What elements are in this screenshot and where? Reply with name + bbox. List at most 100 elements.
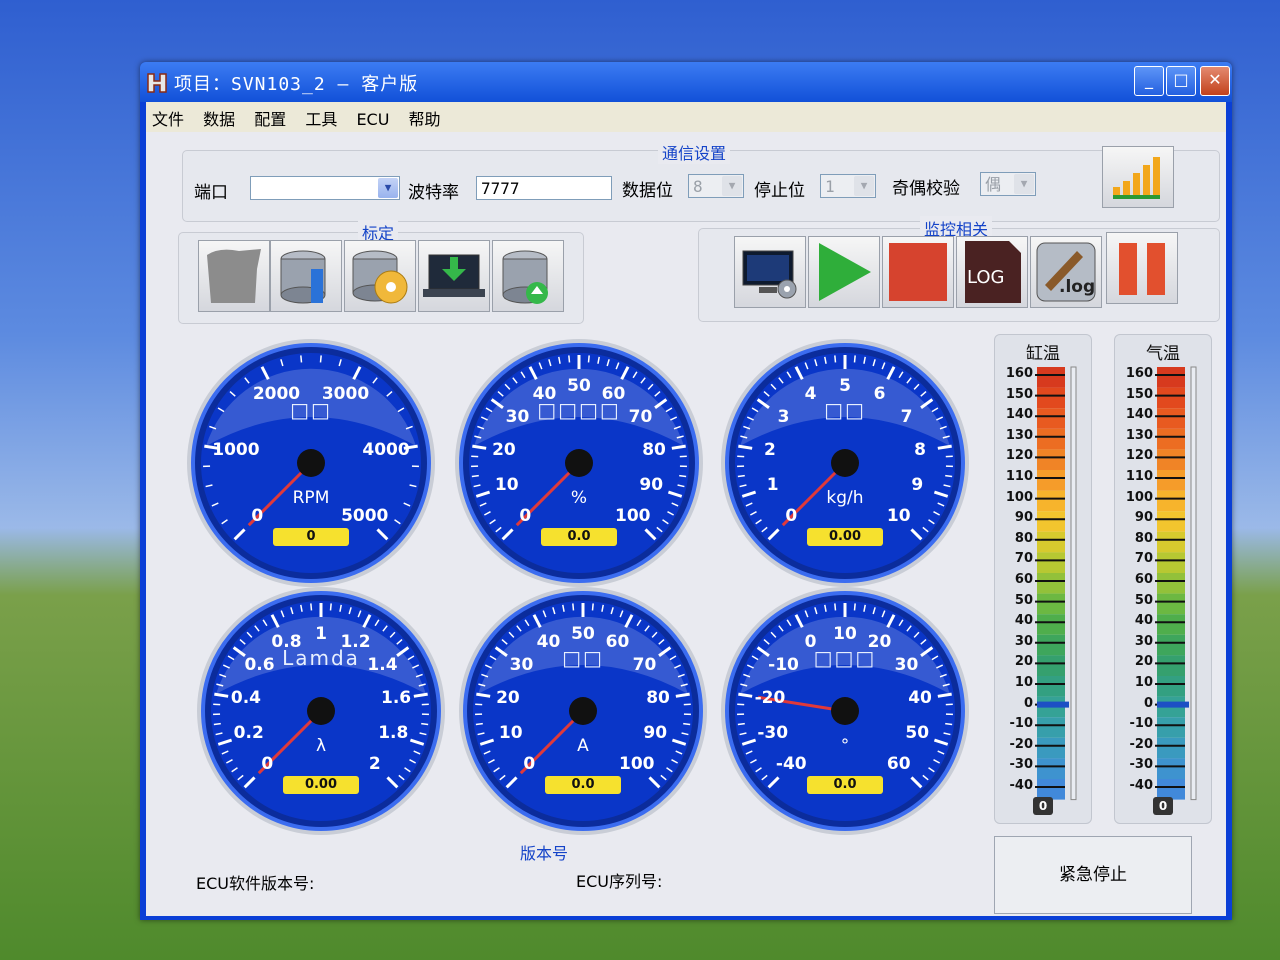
gauge-hub (565, 449, 593, 477)
thermo-air: 气温 160 150 140 130 120 110 100 90 80 70 60 50 40 30 20… (1114, 334, 1212, 824)
chevron-down-icon[interactable]: ▼ (378, 178, 398, 198)
signal-strength-button[interactable] (1102, 146, 1174, 208)
monitor-screen-button[interactable] (734, 236, 806, 308)
thermo-band (1157, 717, 1185, 738)
calibration-open-button[interactable] (198, 240, 270, 312)
gauge-tick-label: 1.8 (378, 723, 409, 744)
gauge-hub (831, 697, 859, 725)
databits-label: 数据位 (622, 181, 673, 201)
gauge-angle: -40 -30 -20 -10 0 10 20 30 40 50 60 □□□ ° 0.0 (720, 586, 970, 836)
thermo-tick-label: 130 (1005, 427, 1033, 443)
calibration-upload-button[interactable] (492, 240, 564, 312)
thermo-band (1037, 367, 1065, 388)
thermo-tick-label: 130 (1125, 427, 1153, 443)
gauge-unit: % (570, 488, 588, 508)
thermo-band (1157, 449, 1185, 470)
thermo-tick-label: 160 (1125, 366, 1153, 381)
app-logo-icon (147, 73, 167, 93)
gauge-tick-mark (945, 474, 953, 478)
baud-label: 波特率 (408, 183, 459, 203)
parity-select[interactable]: 偶 ▼ (980, 172, 1036, 196)
thermo-marker (1157, 701, 1189, 708)
gauge-tick-mark (853, 603, 856, 611)
gauge-tick-label: 80 (646, 688, 670, 709)
minimize-button[interactable]: _ (1134, 66, 1164, 96)
gauge-hub (831, 449, 859, 477)
thermo-tick-label: 140 (1005, 407, 1033, 423)
thermo-track (1190, 366, 1197, 801)
menu-config[interactable]: 配置 (248, 102, 294, 130)
gauge-tick-mark (213, 722, 221, 726)
title-bar[interactable]: 项目：SVN103_2 — 客户版 _ □ ✕ (140, 62, 1232, 102)
gauge-tick-mark (300, 355, 303, 363)
thermo-band (1157, 737, 1185, 759)
menu-file[interactable]: 文件 (146, 102, 192, 130)
gauge-tick-label: 40 (908, 688, 932, 709)
thermo-band (1037, 676, 1065, 697)
baud-input[interactable]: 7777 (476, 176, 612, 200)
menu-data[interactable]: 数据 (197, 102, 243, 130)
pause-button[interactable] (1106, 232, 1178, 304)
databits-select[interactable]: 8 ▼ (688, 174, 744, 198)
thermo-band (1037, 490, 1065, 512)
chevron-down-icon[interactable]: ▼ (854, 176, 874, 196)
thermo-band (1037, 428, 1065, 450)
gauge-tick-mark (319, 355, 322, 363)
thermo-band (1037, 387, 1065, 409)
calibration-download-button[interactable] (418, 240, 490, 312)
thermo-tick-label: 110 (1005, 469, 1033, 484)
gauge-tick-mark (329, 603, 332, 611)
gauge-tick-label: 0.4 (230, 688, 261, 709)
gauge-tick-label: 1000 (212, 440, 260, 461)
gauge-tick-label: 90 (639, 475, 664, 496)
chevron-down-icon[interactable]: ▼ (722, 176, 742, 196)
stopbits-select[interactable]: 1 ▼ (820, 174, 876, 198)
calibration-database-button[interactable] (270, 240, 342, 312)
thermo-tick-label: 10 (1014, 675, 1033, 690)
gauge-tick-mark (475, 722, 483, 726)
thermo-tick-label: 90 (1134, 510, 1153, 526)
gauge-tick-label: 50 (905, 723, 930, 744)
stopbits-label: 停止位 (754, 181, 805, 201)
laptop-download-icon (423, 254, 485, 297)
calibration-disk-button[interactable] (344, 240, 416, 312)
start-button[interactable] (808, 236, 880, 308)
close-button[interactable]: ✕ (1200, 66, 1230, 96)
gauge-unit: kg/h (826, 488, 864, 508)
menu-tools[interactable]: 工具 (299, 102, 345, 130)
gauge-unit: A (577, 736, 589, 756)
gauge-tick-label: 1 (766, 475, 779, 496)
menu-help[interactable]: 帮助 (403, 102, 449, 130)
chevron-down-icon[interactable]: ▼ (1014, 174, 1034, 194)
thermo-tick-label: 40 (1014, 613, 1033, 629)
thermo-band (1037, 655, 1065, 676)
port-select[interactable]: ▼ (250, 176, 400, 200)
version-title: 版本号 (516, 840, 573, 864)
thermo-tick-label: 10 (1134, 675, 1153, 690)
gauge-tick-label: 0 (523, 753, 536, 774)
gauge-tick-label: 90 (643, 723, 668, 744)
thermo-tick-label: 30 (1134, 633, 1153, 649)
gauge-tick-mark (572, 603, 575, 611)
maximize-button[interactable]: □ (1166, 66, 1196, 96)
thermo-tick-label: -20 (1129, 736, 1154, 752)
gauge-tick-mark (679, 474, 687, 478)
gauge-tick-mark (587, 355, 590, 363)
log-button[interactable]: LOG (956, 236, 1028, 308)
gauge-tick-label: -30 (757, 723, 789, 744)
gauge-unit: ° (840, 736, 850, 756)
thermo-tick-label: 150 (1125, 386, 1153, 402)
emergency-stop-button[interactable]: 紧急停止 (994, 836, 1192, 914)
database-disc-icon (352, 250, 408, 304)
thermo-tick-label: 160 (1005, 366, 1033, 381)
log-edit-button[interactable]: .log (1030, 236, 1102, 308)
gauge-tick-label: 0 (785, 505, 798, 526)
gauge-value: 0.00 (807, 528, 883, 546)
menu-bar: 文件 数据 配置 工具 ECU 帮助 (146, 102, 1226, 132)
stop-button[interactable] (882, 236, 954, 308)
gauge-tick-mark (683, 722, 691, 726)
menu-ecu[interactable]: ECU (350, 106, 397, 129)
gauge-tick-label: 0.2 (233, 723, 264, 744)
app-window: 项目：SVN103_2 — 客户版 _ □ ✕ 文件 数据 配置 工具 ECU … (140, 62, 1232, 920)
gauge-rpm: 0 1000 2000 3000 4000 5000 □□ RPM 0 (186, 338, 436, 588)
